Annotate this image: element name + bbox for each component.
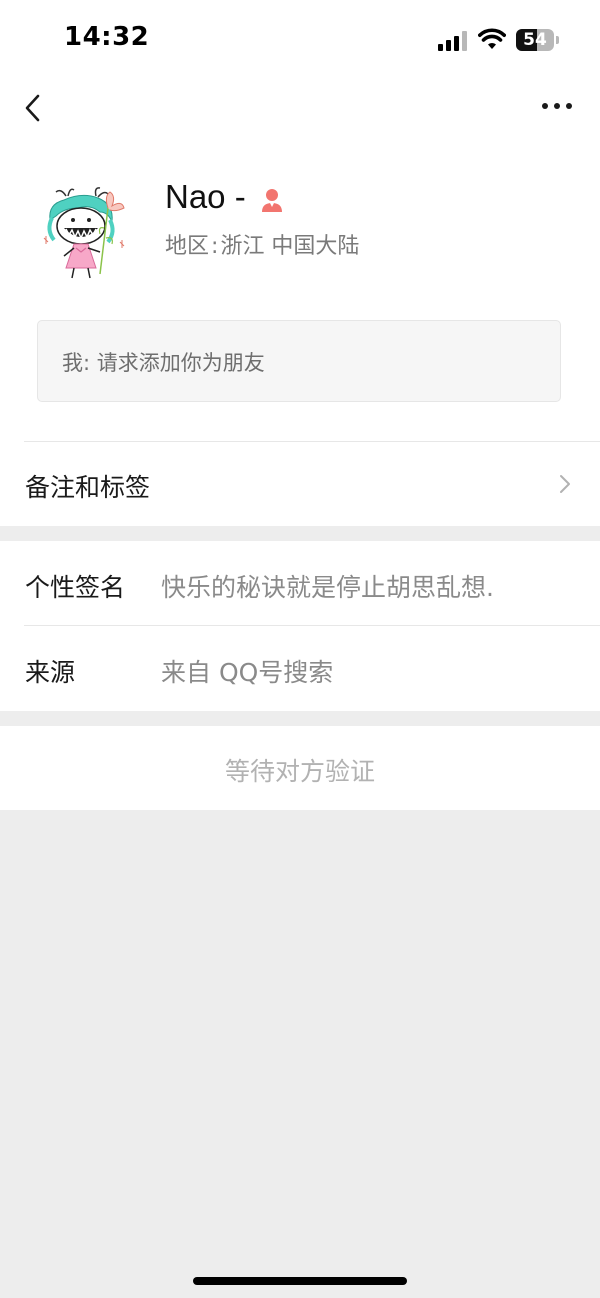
battery-indicator: 54 bbox=[516, 29, 554, 51]
remarks-and-tags-label: 备注和标签 bbox=[25, 473, 151, 502]
status-bar: 14:32 54 bbox=[0, 0, 600, 80]
back-arrow-icon[interactable] bbox=[20, 90, 48, 126]
remarks-and-tags-row[interactable]: 备注和标签 bbox=[0, 442, 600, 526]
source-row: 来源 来自 QQ号搜索 bbox=[0, 626, 600, 710]
signature-value: 快乐的秘诀就是停止胡思乱想. bbox=[161, 573, 494, 602]
info-card: 个性签名 快乐的秘诀就是停止胡思乱想. 来源 来自 QQ号搜索 bbox=[0, 541, 600, 711]
signature-label: 个性签名 bbox=[25, 573, 126, 602]
signature-row: 个性签名 快乐的秘诀就是停止胡思乱想. bbox=[0, 541, 600, 626]
friend-request-message: 我: 请求添加你为朋友 bbox=[37, 320, 561, 402]
nav-bar bbox=[0, 80, 600, 136]
avatar[interactable] bbox=[34, 182, 134, 282]
waiting-verification-label: 等待对方验证 bbox=[224, 757, 375, 786]
more-dots-icon[interactable] bbox=[538, 94, 578, 118]
chevron-right-icon bbox=[560, 475, 570, 493]
waiting-verification-button[interactable]: 等待对方验证 bbox=[0, 726, 600, 810]
region-value: 浙江 中国大陆 bbox=[220, 234, 360, 259]
battery-cap bbox=[556, 36, 559, 44]
region-label: 地区 bbox=[165, 234, 210, 259]
profile-card: Nao - 地区:浙江 中国大陆 我: 请求添加你为朋友 备注和标签 bbox=[0, 136, 600, 526]
battery-level-text: 54 bbox=[523, 30, 547, 50]
nickname: Nao - bbox=[165, 178, 246, 215]
region: 地区:浙江 中国大陆 bbox=[165, 228, 359, 260]
request-message-text: 我: 请求添加你为朋友 bbox=[62, 351, 265, 375]
status-time: 14:32 bbox=[64, 22, 150, 52]
source-label: 来源 bbox=[25, 658, 76, 687]
female-icon bbox=[262, 189, 282, 212]
source-value: 来自 QQ号搜索 bbox=[161, 658, 334, 687]
wifi-icon bbox=[478, 28, 506, 49]
region-separator: : bbox=[211, 234, 219, 259]
home-indicator[interactable] bbox=[193, 1277, 407, 1285]
cellular-signal-icon bbox=[438, 31, 467, 51]
